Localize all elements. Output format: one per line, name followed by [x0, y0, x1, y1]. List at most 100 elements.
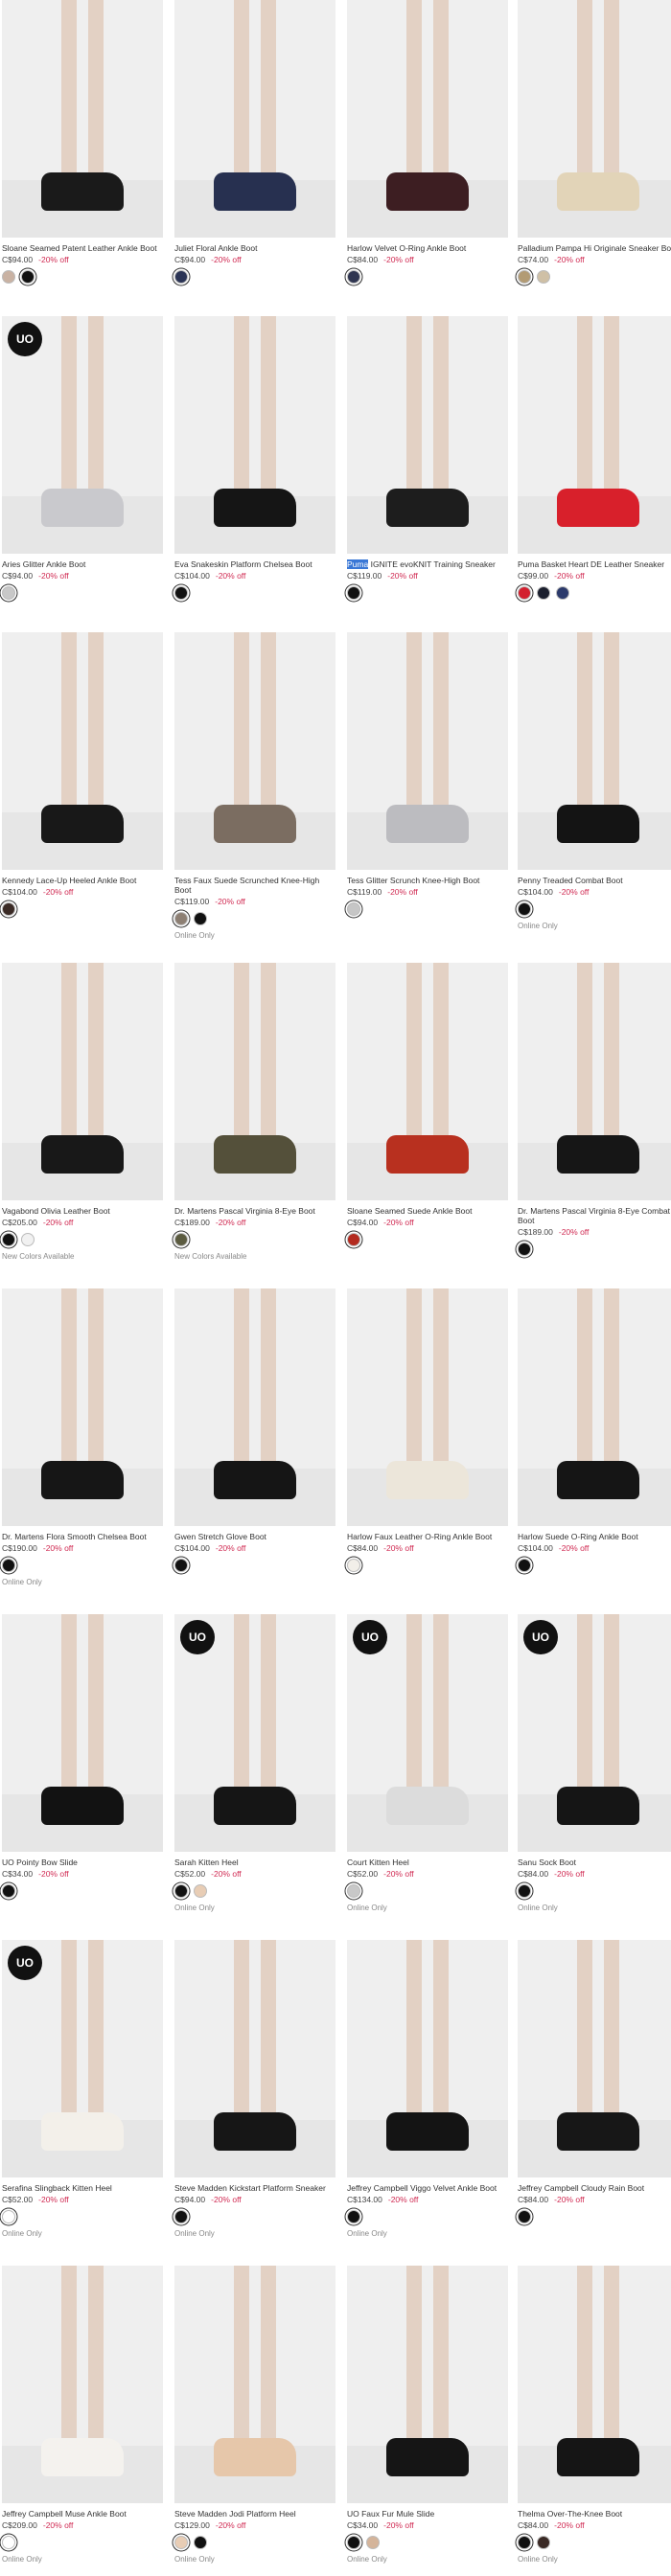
product-name[interactable]: Gwen Stretch Glove Boot [174, 1532, 336, 1541]
product-card[interactable]: Penny Treaded Combat Boot C$104.00 -20% of… [518, 632, 671, 930]
color-swatch[interactable] [174, 1884, 188, 1898]
product-name[interactable]: Harlow Velvet O-Ring Ankle Boot [347, 243, 508, 253]
product-image[interactable]: UO [2, 316, 163, 554]
product-card[interactable]: UO Faux Fur Mule Slide C$34.00 -20% off Onl… [347, 2266, 508, 2564]
product-card[interactable]: Dr. Martens Pascal Virginia 8-Eye Boot C$… [174, 963, 336, 1261]
color-swatch[interactable] [518, 1559, 531, 1572]
product-card[interactable]: Vagabond Olivia Leather Boot C$205.00 -20%… [2, 963, 163, 1261]
color-swatch[interactable] [518, 1242, 531, 1256]
product-card[interactable]: UO Court Kitten Heel C$52.00 -20% off Online… [347, 1614, 508, 1912]
color-swatch[interactable] [21, 1233, 35, 1246]
color-swatch[interactable] [2, 1559, 15, 1572]
product-name[interactable]: Kennedy Lace-Up Heeled Ankle Boot [2, 876, 163, 885]
product-card[interactable]: UO Sarah Kitten Heel C$52.00 -20% off Online… [174, 1614, 336, 1912]
product-name[interactable]: Sloane Seamed Patent Leather Ankle Boot [2, 243, 163, 253]
product-name[interactable]: UO Faux Fur Mule Slide [347, 2509, 508, 2519]
product-card[interactable]: Jeffrey Campbell Muse Ankle Boot C$209.00… [2, 2266, 163, 2564]
product-name[interactable]: UO Pointy Bow Slide [2, 1858, 163, 1867]
product-name[interactable]: Sloane Seamed Suede Ankle Boot [347, 1206, 508, 1216]
product-image[interactable] [518, 316, 671, 554]
product-image[interactable] [518, 2266, 671, 2503]
product-card[interactable]: Dr. Martens Flora Smooth Chelsea Boot C$1… [2, 1288, 163, 1586]
product-image[interactable] [2, 2266, 163, 2503]
product-card[interactable]: UO Aries Glitter Ankle Boot C$94.00 -20% of… [2, 316, 163, 600]
product-image[interactable] [518, 0, 671, 238]
product-name[interactable]: Harlow Faux Leather O-Ring Ankle Boot [347, 1532, 508, 1541]
product-card[interactable]: Harlow Velvet O-Ring Ankle Boot C$84.00 -2… [347, 0, 508, 284]
product-card[interactable]: Jeffrey Campbell Viggo Velvet Ankle Boot… [347, 1940, 508, 2238]
product-image[interactable] [174, 632, 336, 870]
color-swatch[interactable] [2, 2536, 15, 2549]
color-swatch[interactable] [21, 270, 35, 284]
product-card[interactable]: Tess Faux Suede Scrunched Knee-High Boot… [174, 632, 336, 940]
product-name[interactable]: Harlow Suede O-Ring Ankle Boot [518, 1532, 671, 1541]
color-swatch[interactable] [347, 1884, 360, 1898]
color-swatch[interactable] [174, 586, 188, 600]
product-name[interactable]: Jeffrey Campbell Cloudy Rain Boot [518, 2183, 671, 2193]
color-swatch[interactable] [2, 586, 15, 600]
product-card[interactable]: Jeffrey Campbell Cloudy Rain Boot C$84.00… [518, 1940, 671, 2223]
product-card[interactable]: Harlow Suede O-Ring Ankle Boot C$104.00 -2… [518, 1288, 671, 1572]
color-swatch[interactable] [518, 586, 531, 600]
product-image[interactable] [347, 2266, 508, 2503]
product-image[interactable] [518, 1288, 671, 1526]
product-name[interactable]: Vagabond Olivia Leather Boot [2, 1206, 163, 1216]
color-swatch[interactable] [194, 2536, 207, 2549]
color-swatch[interactable] [518, 270, 531, 284]
product-name[interactable]: Puma Basket Heart DE Leather Sneaker [518, 559, 671, 569]
color-swatch[interactable] [366, 2536, 380, 2549]
product-image[interactable] [2, 963, 163, 1200]
color-swatch[interactable] [347, 902, 360, 916]
product-name[interactable]: Jeffrey Campbell Viggo Velvet Ankle Boot [347, 2183, 508, 2193]
product-name[interactable]: Sarah Kitten Heel [174, 1858, 336, 1867]
product-card[interactable]: Puma IGNITE evoKNIT Training Sneaker C$11… [347, 316, 508, 600]
color-swatch[interactable] [2, 270, 15, 284]
product-name[interactable]: Palladium Pampa Hi Originale Sneaker Boo… [518, 243, 671, 253]
product-card[interactable]: Sloane Seamed Suede Ankle Boot C$94.00 -20… [347, 963, 508, 1246]
product-card[interactable]: Steve Madden Jodi Platform Heel C$129.00-… [174, 2266, 336, 2564]
color-swatch[interactable] [2, 1884, 15, 1898]
color-swatch[interactable] [174, 270, 188, 284]
product-image[interactable] [518, 1940, 671, 2177]
color-swatch[interactable] [2, 902, 15, 916]
product-card[interactable]: UO Pointy Bow Slide C$34.00 -20% off [2, 1614, 163, 1898]
product-card[interactable]: Kennedy Lace-Up Heeled Ankle Boot C$104.0… [2, 632, 163, 916]
color-swatch[interactable] [174, 1559, 188, 1572]
color-swatch[interactable] [518, 902, 531, 916]
product-name[interactable]: Thelma Over-The-Knee Boot [518, 2509, 671, 2519]
product-name[interactable]: Steve Madden Jodi Platform Heel [174, 2509, 336, 2519]
product-card[interactable]: UO Sanu Sock Boot C$84.00 -20% off Online On… [518, 1614, 671, 1912]
product-card[interactable]: UO Serafina Slingback Kitten Heel C$52.00-… [2, 1940, 163, 2238]
product-image[interactable] [174, 316, 336, 554]
product-name[interactable]: Sanu Sock Boot [518, 1858, 671, 1867]
product-name[interactable]: Aries Glitter Ankle Boot [2, 559, 163, 569]
product-card[interactable]: Sloane Seamed Patent Leather Ankle Boot C… [2, 0, 163, 284]
product-image[interactable] [174, 0, 336, 238]
color-swatch[interactable] [174, 1233, 188, 1246]
color-swatch[interactable] [537, 270, 550, 284]
product-name[interactable]: Court Kitten Heel [347, 1858, 508, 1867]
product-image[interactable] [347, 1288, 508, 1526]
product-card[interactable]: Steve Madden Kickstart Platform Sneaker C… [174, 1940, 336, 2238]
product-image[interactable] [347, 316, 508, 554]
product-name[interactable]: Steve Madden Kickstart Platform Sneaker [174, 2183, 336, 2193]
color-swatch[interactable] [194, 1884, 207, 1898]
product-card[interactable]: Thelma Over-The-Knee Boot C$84.00 -20% off… [518, 2266, 671, 2564]
product-image[interactable] [347, 632, 508, 870]
product-image[interactable]: UO [2, 1940, 163, 2177]
product-card[interactable]: Gwen Stretch Glove Boot C$104.00 -20% off [174, 1288, 336, 1572]
product-image[interactable] [2, 1288, 163, 1526]
product-name[interactable]: Puma IGNITE evoKNIT Training Sneaker [347, 559, 508, 569]
color-swatch[interactable] [537, 586, 550, 600]
product-image[interactable] [174, 1288, 336, 1526]
color-swatch[interactable] [537, 2536, 550, 2549]
product-card[interactable]: Harlow Faux Leather O-Ring Ankle Boot C$8… [347, 1288, 508, 1572]
color-swatch[interactable] [347, 2536, 360, 2549]
product-card[interactable]: Dr. Martens Pascal Virginia 8-Eye Combat… [518, 963, 671, 1256]
product-image[interactable]: UO [347, 1614, 508, 1852]
color-swatch[interactable] [518, 2536, 531, 2549]
color-swatch[interactable] [174, 2536, 188, 2549]
product-name[interactable]: Tess Faux Suede Scrunched Knee-High Boot [174, 876, 336, 895]
color-swatch[interactable] [174, 912, 188, 925]
color-swatch[interactable] [174, 2210, 188, 2223]
